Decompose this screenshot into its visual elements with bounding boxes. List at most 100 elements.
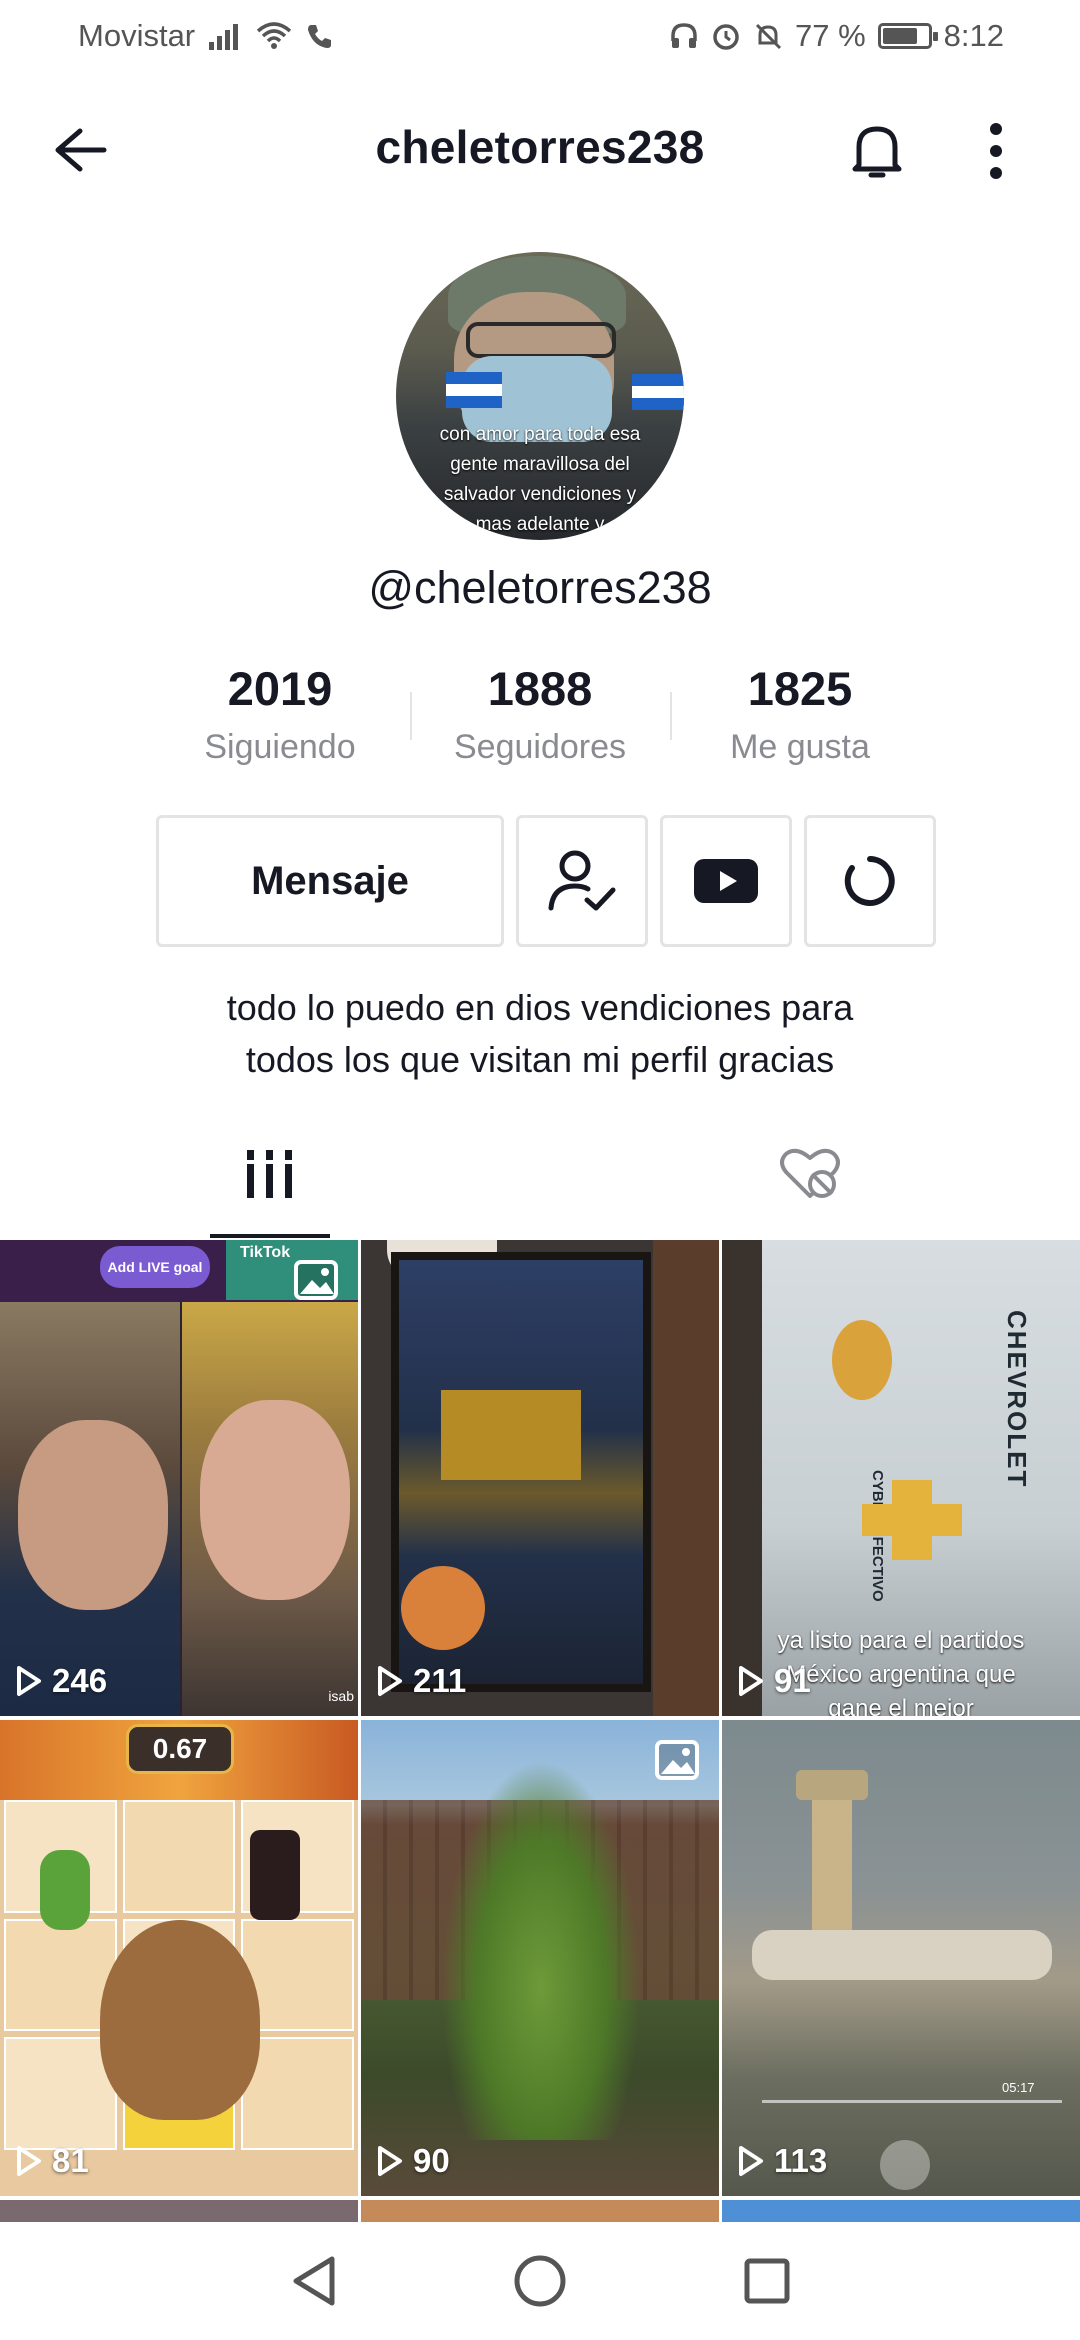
sticker (401, 1566, 485, 1650)
profile-bio: todo lo puedo en dios vendiciones para t… (100, 982, 980, 1086)
studio-desk (441, 1390, 581, 1480)
phone-icon (305, 22, 333, 50)
photo-badge-icon (655, 1740, 699, 1780)
user-check-icon (548, 850, 616, 911)
corner-watermark: isab (328, 1688, 354, 1704)
badge-logo (832, 1320, 892, 1400)
video-thumbnail[interactable] (0, 2200, 358, 2222)
bio-line: todo lo puedo en dios vendiciones para (226, 987, 854, 1028)
mute-bell-icon (753, 21, 783, 51)
active-tab-indicator (210, 1234, 330, 1238)
view-count-value: 113 (774, 2142, 828, 2179)
more-options-button[interactable] (966, 116, 1026, 186)
profile-stats: 2019 Siguiendo 1888 Seguidores 1825 Me g… (150, 660, 930, 780)
view-count-value: 90 (413, 2142, 450, 2179)
board-tile (122, 1800, 236, 1913)
video-thumbnail[interactable] (361, 2200, 719, 2222)
person-face (200, 1400, 350, 1600)
view-count: 91 (738, 1662, 811, 1700)
play-icon (378, 1666, 402, 1696)
video-progress-bar (762, 2100, 1062, 2103)
message-button[interactable]: Mensaje (156, 815, 504, 947)
stat-followers[interactable]: 1888 Seguidores (410, 660, 670, 780)
tower-top (796, 1770, 868, 1800)
video-thumbnail[interactable]: 05:17 113 (722, 1720, 1080, 2196)
nav-recents-button[interactable] (722, 2236, 812, 2326)
youtube-icon (694, 859, 758, 903)
view-count-value: 91 (774, 1662, 811, 1699)
video-thumbnail[interactable]: Add LIVE goal TikTok isab 246 (0, 1240, 358, 1716)
view-count: 246 (16, 1662, 107, 1700)
view-count: 90 (377, 2142, 450, 2180)
play-icon (17, 1666, 41, 1696)
play-icon (17, 2146, 41, 2176)
play-icon (378, 2146, 402, 2176)
tab-liked[interactable] (540, 1110, 1080, 1238)
video-thumbnail[interactable]: 90 (361, 1720, 719, 2196)
video-thumbnail[interactable]: 0.67 81 (0, 1720, 358, 2196)
more-actions-button[interactable] (804, 815, 936, 947)
live-goal-label: Add LIVE goal (100, 1246, 210, 1288)
circle-home-icon (514, 2255, 566, 2307)
stat-following[interactable]: 2019 Siguiendo (150, 660, 410, 780)
bio-line: todos los que visitan mi perfil gracias (245, 1039, 835, 1080)
game-score: 0.67 (126, 1724, 234, 1774)
control-tower (812, 1780, 852, 1950)
stat-likes[interactable]: 1825 Me gusta (670, 660, 930, 780)
stat-value: 1888 (487, 662, 593, 715)
square-recents-icon (744, 2258, 790, 2304)
system-nav-bar (0, 2222, 1080, 2340)
more-vertical-icon (990, 123, 1002, 179)
airplane (752, 1930, 1052, 1980)
battery-fill (882, 28, 917, 44)
stat-label: Seguidores (453, 728, 626, 766)
headphones-icon (669, 21, 699, 51)
wifi-icon (255, 21, 293, 51)
view-count-value: 211 (413, 1662, 467, 1699)
nav-home-button[interactable] (495, 2236, 585, 2326)
battery-percent: 77 % (794, 18, 866, 53)
youtube-button[interactable] (660, 815, 792, 947)
stat-value: 1825 (747, 662, 853, 715)
poster-brand: CHEVROLET (1002, 1310, 1032, 1489)
flag-left (446, 372, 502, 408)
view-count: 81 (16, 2142, 89, 2180)
nav-back-button[interactable] (268, 2236, 358, 2326)
video-timecode: 05:17 (1002, 2080, 1035, 2095)
flag-right (632, 374, 684, 410)
view-count: 211 (377, 1662, 466, 1700)
avatar[interactable]: con amor para toda esa gente maravillosa… (396, 252, 684, 540)
corn-plants (441, 1760, 641, 2140)
view-count-value: 246 (52, 1662, 108, 1699)
bell-icon (852, 126, 902, 178)
signal-icon (207, 22, 243, 50)
following-button[interactable] (516, 815, 648, 947)
username-handle: @cheletorres238 (368, 562, 712, 613)
page-title: cheletorres238 (375, 121, 705, 173)
tab-videos[interactable] (0, 1110, 540, 1238)
notifications-button[interactable] (840, 116, 914, 186)
clock: 8:12 (943, 18, 1004, 53)
hidden-heart-icon (780, 1148, 840, 1198)
refresh-icon (844, 856, 895, 906)
profile-header: cheletorres238 (0, 90, 1080, 210)
battery-icon (877, 23, 938, 49)
vampire-character (250, 1830, 300, 1920)
alarm-icon (711, 21, 741, 51)
content-tabs (0, 1110, 1080, 1238)
play-icon (739, 1666, 763, 1696)
grid-icon (247, 1150, 292, 1198)
photo-badge-icon (294, 1260, 338, 1300)
person-face (18, 1420, 168, 1610)
turkey-character (100, 1920, 260, 2120)
video-thumbnail[interactable]: CYBER EFECTIVO CHEVROLET ya listo para e… (722, 1240, 1080, 1716)
video-thumbnail[interactable] (722, 2200, 1080, 2222)
pause-overlay (880, 2140, 930, 2190)
cabinet (653, 1240, 719, 1716)
video-thumbnail[interactable]: MEXICO 211 (361, 1240, 719, 1716)
video-grid: Add LIVE goal TikTok isab 246 MEXICO 211… (0, 1240, 1080, 2222)
cactus-character (40, 1850, 90, 1930)
tiktok-tag: TikTok (226, 1240, 358, 1300)
status-bar: Movistar 77 % 8:12 (0, 0, 1080, 72)
stat-value: 2019 (227, 662, 333, 715)
